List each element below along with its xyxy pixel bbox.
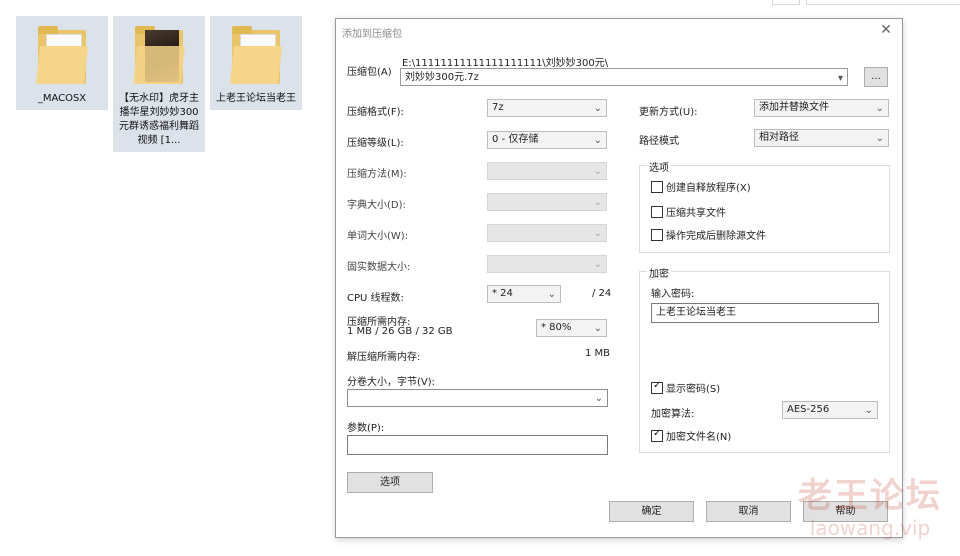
solid-label: 固实数据大小: xyxy=(347,262,411,273)
chevron-down-icon: ⌄ xyxy=(864,405,873,416)
chevron-down-icon: ⌄ xyxy=(593,103,602,114)
archive-path: E:\11111111111111111111\刘妙妙300元\ xyxy=(402,58,609,69)
update-label: 更新方式(U): xyxy=(639,107,698,118)
show-password-checkbox[interactable]: ✓ 显示密码(S) xyxy=(651,380,721,395)
top-strip-button[interactable] xyxy=(772,0,800,5)
desktop-folder-laowang[interactable]: 上老王论坛当老王 xyxy=(210,16,302,110)
desktop-folder-macosx[interactable]: _MACOSX xyxy=(16,16,108,110)
format-value: 7z xyxy=(492,102,504,113)
cpu-total: / 24 xyxy=(592,288,612,299)
chevron-down-icon: ⌄ xyxy=(593,323,602,334)
folder-photo-icon xyxy=(131,24,187,88)
folder-icon xyxy=(228,24,284,88)
desktop-icon-label: _MACOSX xyxy=(37,93,87,104)
chevron-down-icon: ⌄ xyxy=(593,135,602,146)
chevron-down-icon: ⌄ xyxy=(593,259,602,270)
method-label: 压缩方法(M): xyxy=(347,169,407,180)
chevron-down-icon: ⌄ xyxy=(593,197,602,208)
browse-button[interactable]: ... xyxy=(864,67,888,87)
checkbox-checked-icon: ✓ xyxy=(651,380,663,394)
encryption-method-label: 加密算法: xyxy=(651,409,695,420)
update-select[interactable]: 添加并替换文件 ⌄ xyxy=(754,99,889,117)
cpu-value: * 24 xyxy=(492,288,513,299)
level-value: 0 - 仅存储 xyxy=(492,134,539,145)
method-select: ⌄ xyxy=(487,162,607,180)
help-button[interactable]: 帮助 xyxy=(803,501,888,522)
close-icon[interactable]: ✕ xyxy=(878,22,894,38)
decomp-label: 解压缩所需内存: xyxy=(347,352,421,363)
path-mode-value: 相对路径 xyxy=(759,132,799,143)
dialog-titlebar[interactable]: 添加到压缩包 ✕ xyxy=(336,19,902,43)
decomp-value: 1 MB xyxy=(585,348,611,359)
chevron-down-icon: ⌄ xyxy=(875,133,884,144)
level-label: 压缩等级(L): xyxy=(347,138,404,149)
volume-label: 分卷大小，字节(V): xyxy=(347,377,436,388)
format-label: 压缩格式(F): xyxy=(347,107,404,118)
top-strip-field[interactable] xyxy=(806,0,960,5)
dict-label: 字典大小(D): xyxy=(347,200,406,211)
desktop-icon-label: 【无水印】虎牙主播华星刘妙妙300元群诱惑福利舞蹈视频 [1... xyxy=(119,93,199,146)
delete-after-checkbox[interactable]: 操作完成后删除源文件 xyxy=(651,227,766,242)
checkbox-checked-icon: ✓ xyxy=(651,428,663,442)
dialog-title: 添加到压缩包 xyxy=(342,29,402,40)
word-select: ⌄ xyxy=(487,224,607,242)
encryption-group-title: 加密 xyxy=(647,265,671,280)
params-input[interactable] xyxy=(347,435,608,455)
cancel-button[interactable]: 取消 xyxy=(706,501,791,522)
encrypt-names-checkbox[interactable]: ✓ 加密文件名(N) xyxy=(651,428,732,443)
options-group-title: 选项 xyxy=(647,159,671,174)
encrypt-names-label: 加密文件名(N) xyxy=(666,432,732,443)
chevron-down-icon: ▾ xyxy=(837,73,843,84)
delete-after-label: 操作完成后删除源文件 xyxy=(666,231,766,242)
encryption-method-value: AES-256 xyxy=(787,404,830,415)
ok-button[interactable]: 确定 xyxy=(609,501,694,522)
chevron-down-icon: ⌄ xyxy=(593,228,602,239)
sfx-label: 创建自释放程序(X) xyxy=(666,183,751,194)
level-select[interactable]: 0 - 仅存储 ⌄ xyxy=(487,131,607,149)
volume-combo[interactable]: ⌄ xyxy=(347,389,608,407)
solid-select: ⌄ xyxy=(487,255,607,273)
archive-name-combo[interactable]: 刘妙妙300元.7z ▾ xyxy=(400,68,848,86)
checkbox-icon xyxy=(651,229,663,241)
desktop-icon-label: 上老王论坛当老王 xyxy=(216,93,296,104)
path-mode-label: 路径模式 xyxy=(639,136,679,147)
checkbox-icon xyxy=(651,206,663,218)
folder-icon xyxy=(34,24,90,88)
update-value: 添加并替换文件 xyxy=(759,102,829,113)
sfx-checkbox[interactable]: 创建自释放程序(X) xyxy=(651,179,751,194)
mem-select[interactable]: * 80% ⌄ xyxy=(536,319,607,337)
top-window-strip xyxy=(0,0,960,6)
checkbox-icon xyxy=(651,181,663,193)
archive-label: 压缩包(A) xyxy=(347,67,392,78)
add-to-archive-dialog: 添加到压缩包 ✕ 压缩包(A) E:\11111111111111111111\… xyxy=(335,18,903,538)
shared-files-checkbox[interactable]: 压缩共享文件 xyxy=(651,204,726,219)
show-password-label: 显示密码(S) xyxy=(666,384,721,395)
password-input[interactable]: 上老王论坛当老王 xyxy=(651,303,879,323)
archive-name-value: 刘妙妙300元.7z xyxy=(405,72,479,83)
chevron-down-icon: ⌄ xyxy=(547,289,556,300)
shared-files-label: 压缩共享文件 xyxy=(666,208,726,219)
password-label: 输入密码: xyxy=(651,289,695,300)
options-button[interactable]: 选项 xyxy=(347,472,433,493)
word-label: 单词大小(W): xyxy=(347,231,409,242)
chevron-down-icon: ⌄ xyxy=(593,166,602,177)
cpu-select[interactable]: * 24 ⌄ xyxy=(487,285,561,303)
chevron-down-icon: ⌄ xyxy=(875,103,884,114)
path-mode-select[interactable]: 相对路径 ⌄ xyxy=(754,129,889,147)
desktop-folder-video[interactable]: 【无水印】虎牙主播华星刘妙妙300元群诱惑福利舞蹈视频 [1... xyxy=(113,16,205,152)
dict-select: ⌄ xyxy=(487,193,607,211)
params-label: 参数(P): xyxy=(347,423,385,434)
mem-detail: 1 MB / 26 GB / 32 GB xyxy=(347,326,453,337)
cpu-label: CPU 线程数: xyxy=(347,293,404,304)
mem-value: * 80% xyxy=(541,322,572,333)
chevron-down-icon: ⌄ xyxy=(594,393,603,404)
encryption-method-select[interactable]: AES-256 ⌄ xyxy=(782,401,878,419)
format-select[interactable]: 7z ⌄ xyxy=(487,99,607,117)
